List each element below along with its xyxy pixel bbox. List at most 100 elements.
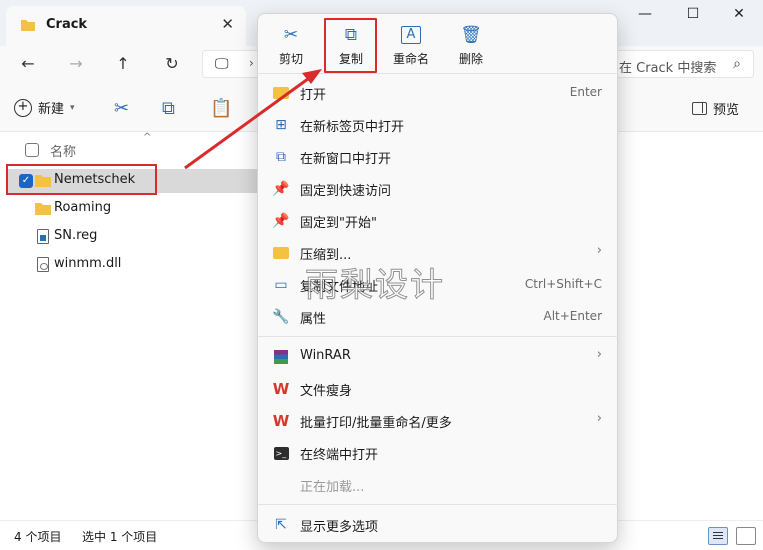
plus-icon: + (14, 98, 32, 117)
rename-label: 重命名 (392, 52, 429, 66)
more-options-icon: ⇱ (275, 517, 287, 533)
cut-button[interactable]: ✂ 剪切 (266, 24, 316, 67)
cut-label: 剪切 (278, 52, 303, 66)
maximize-button[interactable]: ☐ (678, 6, 708, 28)
menu-item-open[interactable]: 打开 Enter (262, 78, 614, 108)
new-tab-icon: ⊞ (275, 117, 287, 133)
menu-item-label: 正在加载... (300, 480, 365, 495)
new-button[interactable]: + 新建 ▾ (14, 98, 75, 117)
menu-item-open-new-tab[interactable]: ⊞ 在新标签页中打开 (262, 110, 614, 140)
cut-icon[interactable]: ✂ (114, 98, 129, 119)
search-icon: ⌕ (733, 56, 741, 72)
shortcut-label: Alt+Enter (543, 309, 602, 323)
menu-item-label: 固定到快速访问 (300, 184, 392, 199)
paste-icon[interactable]: 📋 (210, 98, 232, 119)
rename-button[interactable]: A 重命名 (386, 24, 436, 67)
menu-item-label: WinRAR (300, 348, 351, 363)
refresh-icon[interactable]: ↻ (161, 54, 183, 73)
new-window-icon: ⧉ (276, 149, 286, 165)
preview-label: 预览 (713, 103, 740, 118)
wps-icon: W (272, 412, 290, 430)
quick-actions-bar: ✂ 剪切 ⧉ 复制 A 重命名 🗑 删除 (258, 14, 619, 74)
winrar-icon (272, 348, 290, 366)
details-view-icon (713, 532, 723, 533)
menu-item-show-more[interactable]: ⇱ 显示更多选项 (262, 510, 614, 540)
item-name: winmm.dll (54, 256, 122, 271)
tiles-view-button[interactable] (736, 527, 756, 545)
shortcut-label: Enter (569, 85, 602, 99)
selected-count: 选中 1 个项目 (82, 530, 158, 544)
up-icon[interactable]: ↑ (112, 54, 134, 73)
item-name: SN.reg (54, 228, 98, 243)
list-item[interactable]: SN.reg (6, 225, 258, 249)
menu-item-label: 在新标签页中打开 (300, 120, 405, 135)
reg-file-icon (37, 229, 49, 244)
zip-icon (272, 244, 290, 262)
search-input[interactable]: 在 Crack 中搜索 ⌕ (608, 50, 754, 78)
folder-icon (34, 201, 52, 216)
menu-item-batch[interactable]: W 批量打印/批量重命名/更多 › (262, 406, 614, 436)
dll-file-icon (37, 257, 49, 272)
details-view-button[interactable] (708, 527, 728, 545)
menu-divider (258, 336, 619, 337)
menu-item-winrar[interactable]: WinRAR › (262, 342, 614, 372)
copy-highlight-box (324, 18, 377, 73)
chevron-right-icon: › (596, 243, 602, 258)
terminal-icon: >_ (272, 444, 290, 462)
menu-item-pin-start[interactable]: 📌 固定到"开始" (262, 206, 614, 236)
menu-item-terminal[interactable]: >_ 在终端中打开 (262, 438, 614, 468)
menu-item-file-slim[interactable]: W 文件瘦身 (262, 374, 614, 404)
menu-divider (258, 504, 619, 505)
preview-pane-icon (692, 102, 707, 115)
pin-icon: 📌 (272, 213, 290, 229)
list-item[interactable]: winmm.dll (6, 253, 258, 277)
minimize-button[interactable]: — (630, 6, 660, 28)
select-all-checkbox[interactable] (25, 143, 39, 157)
tab-crack[interactable]: Crack ✕ (6, 6, 246, 46)
sort-up-icon: ^ (143, 132, 152, 143)
copy-path-icon: ▭ (274, 277, 288, 293)
delete-button[interactable]: 🗑 删除 (446, 24, 496, 67)
menu-item-label: 显示更多选项 (300, 520, 379, 535)
new-label: 新建 (38, 102, 65, 117)
menu-item-label: 打开 (300, 88, 327, 103)
menu-item-label: 固定到"开始" (300, 216, 377, 231)
forward-icon[interactable]: → (65, 54, 87, 73)
menu-item-label: 属性 (300, 312, 327, 327)
delete-label: 删除 (458, 52, 483, 66)
tab-title: Crack (46, 17, 88, 32)
wrench-icon: 🔧 (272, 309, 290, 325)
back-icon[interactable]: ← (17, 54, 39, 73)
item-name: Roaming (54, 200, 112, 215)
selection-highlight-box (6, 164, 157, 195)
pin-icon: 📌 (272, 181, 290, 197)
folder-open-icon (272, 84, 290, 102)
menu-item-pin-quick-access[interactable]: 📌 固定到快速访问 (262, 174, 614, 204)
menu-item-properties[interactable]: 🔧 属性 Alt+Enter (262, 302, 614, 332)
menu-item-label: 批量打印/批量重命名/更多 (300, 416, 452, 431)
menu-item-label: 在新窗口中打开 (300, 152, 392, 167)
search-placeholder: 在 Crack 中搜索 (619, 61, 717, 76)
chevron-down-icon: ▾ (70, 102, 75, 113)
wps-icon: W (272, 380, 290, 398)
copy-icon[interactable]: ⧉ (162, 98, 175, 119)
rename-icon: A (401, 26, 421, 44)
menu-item-open-new-window[interactable]: ⧉ 在新窗口中打开 (262, 142, 614, 172)
menu-item-loading: 正在加载... (262, 470, 614, 500)
watermark-text: 雨梨设计 (305, 265, 445, 305)
close-button[interactable]: ✕ (724, 6, 754, 28)
chevron-right-icon: › (596, 411, 602, 426)
column-header-name[interactable]: 名称 (50, 141, 76, 160)
menu-item-label: 文件瘦身 (300, 384, 353, 399)
tab-close-icon[interactable]: ✕ (221, 15, 234, 33)
shortcut-label: Ctrl+Shift+C (524, 277, 602, 291)
trash-icon: 🗑 (460, 25, 482, 45)
folder-icon (20, 18, 36, 32)
computer-icon: 🖵 (215, 56, 229, 72)
chevron-right-icon: › (596, 347, 602, 362)
preview-button[interactable]: 预览 (692, 99, 739, 118)
item-count: 4 个项目 (14, 530, 62, 544)
list-item[interactable]: Roaming (6, 197, 258, 221)
menu-item-label: 在终端中打开 (300, 448, 379, 463)
scissors-icon: ✂ (283, 25, 299, 45)
